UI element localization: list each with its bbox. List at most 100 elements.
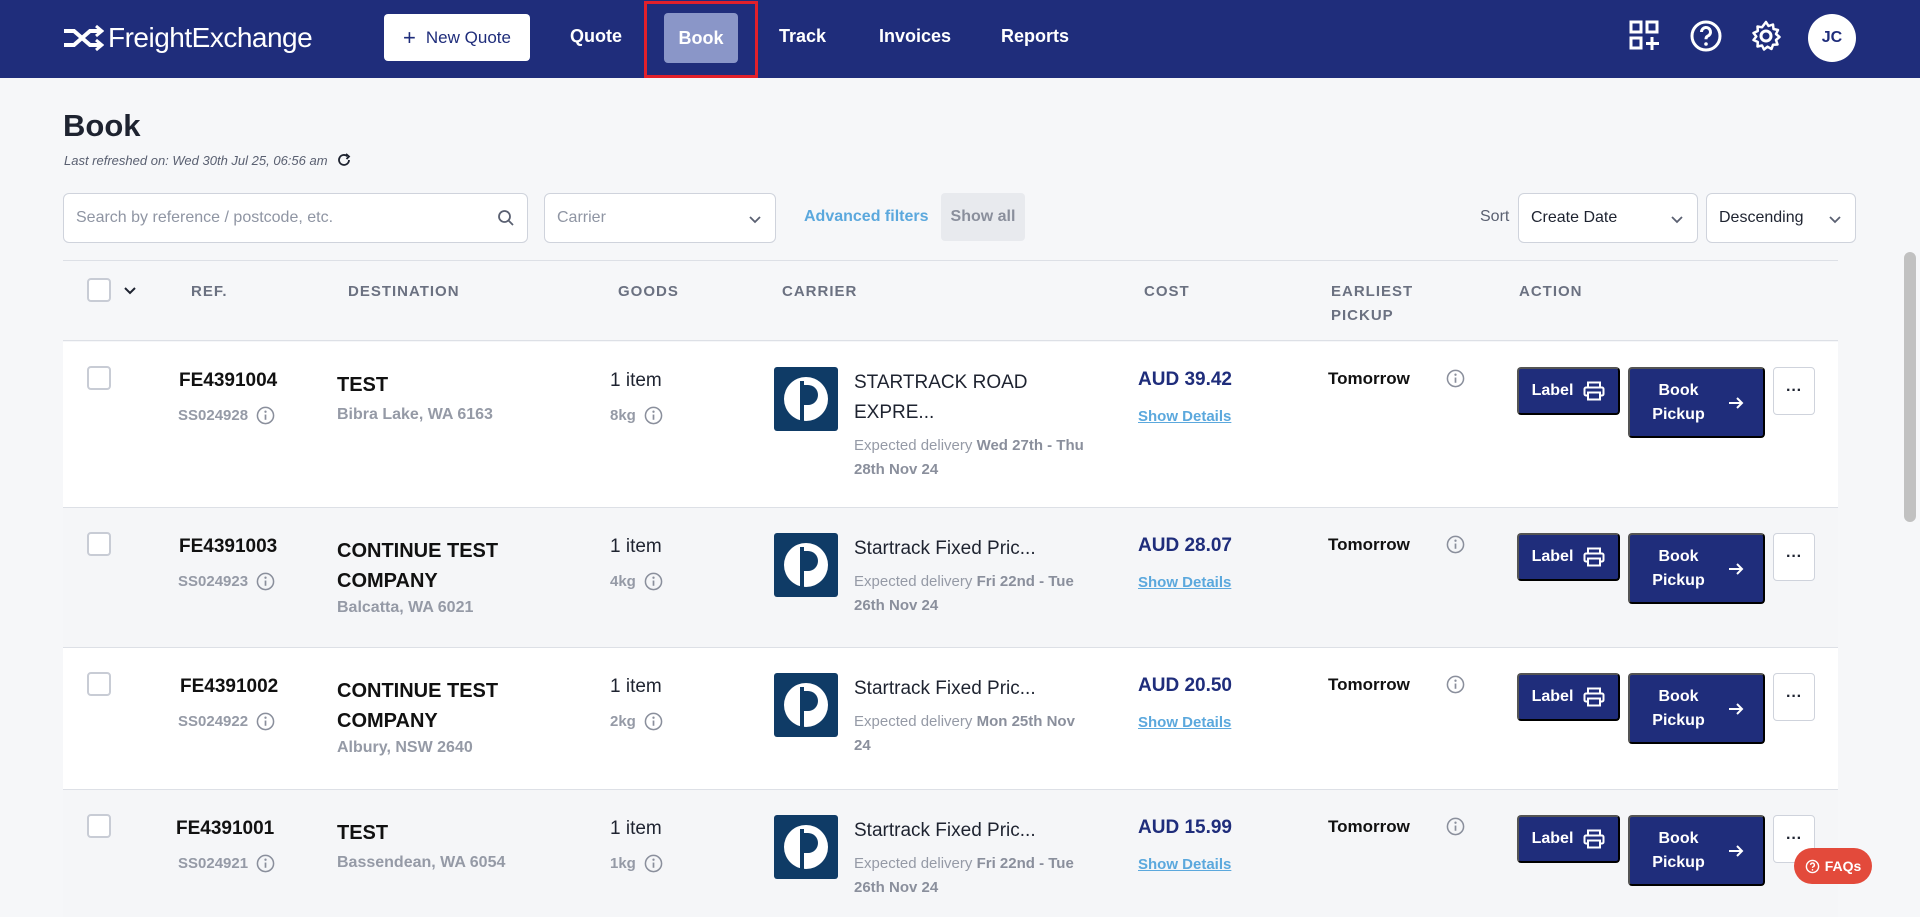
row-checkbox[interactable] xyxy=(87,532,111,556)
table-row[interactable]: FE4391003 SS024923 CONTINUE TEST COMPANY Ba… xyxy=(63,508,1838,648)
arrow-right-icon xyxy=(1728,562,1743,575)
advanced-filters-link[interactable]: Advanced filters xyxy=(804,208,928,226)
pickup-info[interactable] xyxy=(1446,675,1465,699)
row-cost: AUD 28.07 xyxy=(1138,535,1232,556)
startrack-logo xyxy=(774,673,838,737)
book-pickup-text: Book Pickup xyxy=(1649,545,1709,593)
info-icon[interactable] xyxy=(1446,369,1465,388)
info-icon[interactable] xyxy=(256,854,275,873)
scrollbar-thumb[interactable] xyxy=(1904,252,1916,522)
table-row[interactable]: FE4391004 SS024928 TEST Bibra Lake, WA 6163… xyxy=(63,342,1838,508)
row-goods: 1 item xyxy=(610,536,662,557)
freightexchange-logo-icon xyxy=(64,24,104,52)
row-expected-delivery: Expected delivery Fri 22nd - Tue 26th No… xyxy=(854,570,1094,618)
header-ref[interactable]: REF. xyxy=(191,280,228,304)
row-subref-text: SS024928 xyxy=(178,407,249,424)
table-row[interactable]: FE4391001 SS024921 TEST Bassendean, WA 6054… xyxy=(63,790,1838,917)
info-icon[interactable] xyxy=(1446,817,1465,836)
user-avatar[interactable]: JC xyxy=(1808,14,1856,62)
row-show-details-link[interactable]: Show Details xyxy=(1138,408,1231,425)
row-checkbox[interactable] xyxy=(87,672,111,696)
pickup-info[interactable] xyxy=(1446,369,1465,393)
row-destination-place: Balcatta, WA 6021 xyxy=(337,599,474,616)
chevron-down-icon xyxy=(1829,216,1841,224)
app-logo[interactable]: FreightExchange xyxy=(62,22,313,54)
header-goods[interactable]: GOODS xyxy=(618,280,679,304)
row-checkbox[interactable] xyxy=(87,814,111,838)
add-widget-icon[interactable] xyxy=(1628,19,1662,53)
faqs-button[interactable]: FAQs xyxy=(1794,848,1872,884)
book-pickup-button[interactable]: Book Pickup xyxy=(1628,673,1765,744)
search-input[interactable] xyxy=(76,194,476,242)
info-icon[interactable] xyxy=(1446,535,1465,554)
settings-gear-icon[interactable] xyxy=(1749,19,1783,53)
nav-quote[interactable]: Quote xyxy=(570,26,622,47)
header-destination[interactable]: DESTINATION xyxy=(348,280,460,304)
info-icon[interactable] xyxy=(644,712,663,731)
refresh-icon[interactable] xyxy=(336,152,352,168)
pickup-info[interactable] xyxy=(1446,817,1465,841)
nav-invoices[interactable]: Invoices xyxy=(879,26,951,47)
row-destination-name: CONTINUE TEST COMPANY xyxy=(337,680,499,732)
book-pickup-label: Book Pickup xyxy=(1652,381,1705,423)
row-expected-delivery-prefix: Expected delivery xyxy=(854,713,977,730)
table-row[interactable]: FE4391002 SS024922 CONTINUE TEST COMPANY Al… xyxy=(63,648,1838,790)
label-button[interactable]: Label xyxy=(1517,673,1620,721)
header-cost[interactable]: COST xyxy=(1144,280,1190,304)
row-earliest-pickup: Tomorrow xyxy=(1328,535,1410,554)
row-show-details-link[interactable]: Show Details xyxy=(1138,574,1231,591)
info-icon[interactable] xyxy=(644,406,663,425)
header-earliest-pickup-line2: PICKUP xyxy=(1331,307,1394,324)
nav-book[interactable]: Book xyxy=(664,13,738,63)
row-show-details-link[interactable]: Show Details xyxy=(1138,856,1231,873)
row-weight: 4kg xyxy=(610,572,663,591)
search-icon[interactable] xyxy=(497,209,515,227)
info-icon[interactable] xyxy=(644,854,663,873)
help-icon[interactable] xyxy=(1689,19,1723,53)
show-all-button[interactable]: Show all xyxy=(941,193,1025,241)
sort-label: Sort xyxy=(1480,208,1510,225)
row-destination-name: TEST xyxy=(337,374,389,396)
row-subref: SS024922 xyxy=(178,712,275,731)
row-ref[interactable]: FE4391002 xyxy=(180,676,278,698)
arrow-right-icon xyxy=(1728,702,1743,715)
info-icon[interactable] xyxy=(644,572,663,591)
printer-icon xyxy=(1583,547,1605,567)
info-icon[interactable] xyxy=(256,712,275,731)
more-options-button[interactable]: ··· xyxy=(1773,367,1815,415)
select-all-checkbox[interactable] xyxy=(87,278,111,302)
sort-field-select[interactable]: Create Date xyxy=(1518,193,1698,243)
row-checkbox[interactable] xyxy=(87,366,111,390)
row-carrier-name: STARTRACK ROAD EXPRE... xyxy=(854,372,1028,423)
nav-reports[interactable]: Reports xyxy=(1001,26,1069,47)
label-button[interactable]: Label xyxy=(1517,533,1620,581)
book-pickup-button[interactable]: Book Pickup xyxy=(1628,533,1765,604)
row-ref[interactable]: FE4391003 xyxy=(179,536,277,558)
book-pickup-button[interactable]: Book Pickup xyxy=(1628,367,1765,438)
row-ref[interactable]: FE4391001 xyxy=(176,818,274,840)
label-button[interactable]: Label xyxy=(1517,367,1620,415)
row-expected-delivery-prefix: Expected delivery xyxy=(854,437,977,454)
row-ref[interactable]: FE4391004 xyxy=(179,370,277,392)
info-icon[interactable] xyxy=(256,572,275,591)
table-header: REF. DESTINATION GOODS CARRIER COST EARL… xyxy=(63,260,1838,341)
chevron-down-icon[interactable] xyxy=(122,282,138,298)
pickup-info[interactable] xyxy=(1446,535,1465,559)
row-show-details-link[interactable]: Show Details xyxy=(1138,714,1231,731)
info-icon[interactable] xyxy=(1446,675,1465,694)
printer-icon xyxy=(1583,687,1605,707)
row-carrier-name: Startrack Fixed Pric... xyxy=(854,820,1036,841)
nav-track[interactable]: Track xyxy=(779,26,826,47)
more-options-button[interactable]: ··· xyxy=(1773,673,1815,721)
sort-order-select[interactable]: Descending xyxy=(1706,193,1856,243)
label-button[interactable]: Label xyxy=(1517,815,1620,863)
info-icon[interactable] xyxy=(256,406,275,425)
more-options-button[interactable]: ··· xyxy=(1773,533,1815,581)
book-pickup-button[interactable]: Book Pickup xyxy=(1628,815,1765,886)
top-navbar: FreightExchange + New Quote Quote Book T… xyxy=(0,0,1920,78)
new-quote-button[interactable]: + New Quote xyxy=(384,14,530,61)
row-weight-text: 2kg xyxy=(610,713,636,730)
header-carrier[interactable]: CARRIER xyxy=(782,280,857,304)
header-earliest-pickup[interactable]: EARLIEST PICKUP xyxy=(1331,280,1413,328)
carrier-select[interactable]: Carrier xyxy=(544,193,776,243)
